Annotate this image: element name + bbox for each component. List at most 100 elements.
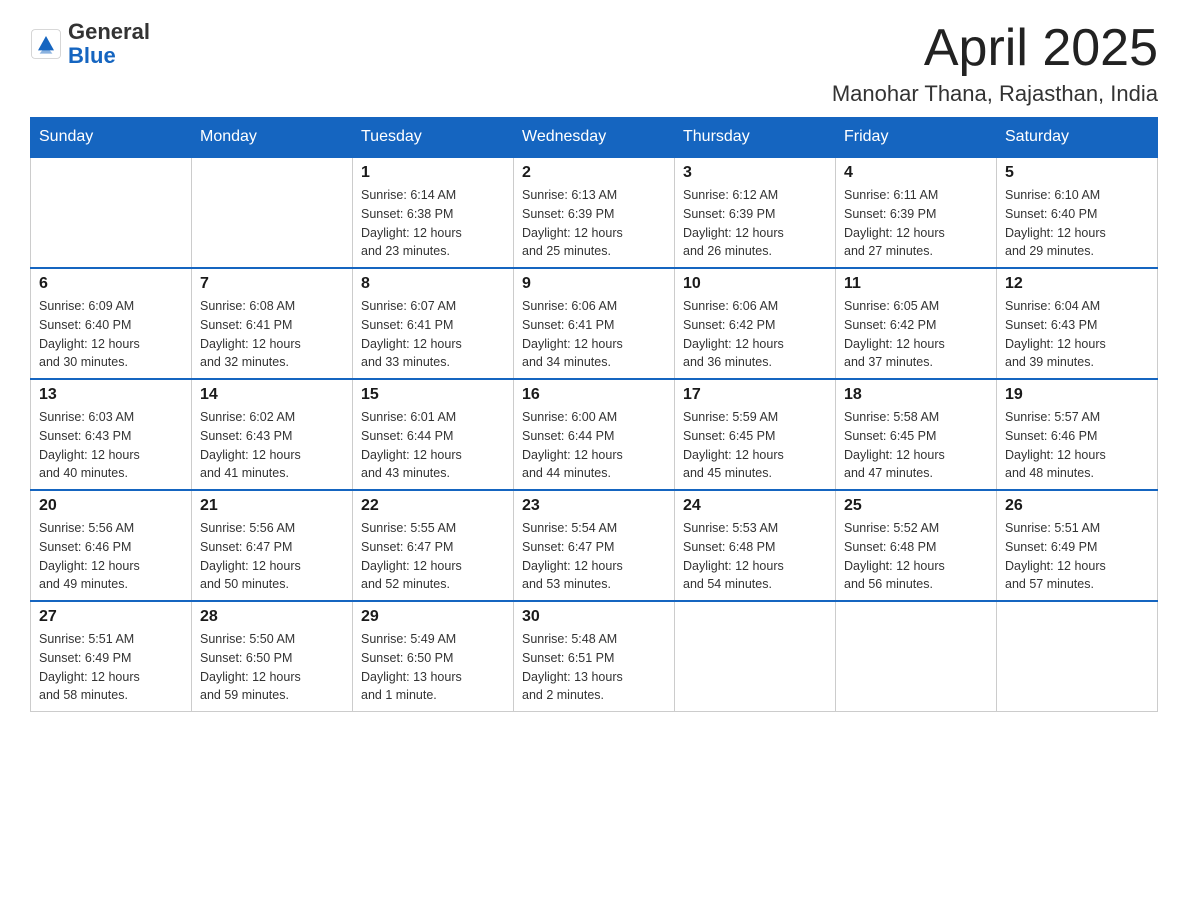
calendar-cell bbox=[836, 601, 997, 712]
day-number: 19 bbox=[1005, 386, 1149, 404]
day-number: 3 bbox=[683, 164, 827, 182]
day-info: Sunrise: 5:56 AM Sunset: 6:46 PM Dayligh… bbox=[39, 519, 183, 594]
day-info: Sunrise: 6:05 AM Sunset: 6:42 PM Dayligh… bbox=[844, 297, 988, 372]
day-info: Sunrise: 5:59 AM Sunset: 6:45 PM Dayligh… bbox=[683, 408, 827, 483]
day-info: Sunrise: 5:56 AM Sunset: 6:47 PM Dayligh… bbox=[200, 519, 344, 594]
day-number: 1 bbox=[361, 164, 505, 182]
day-info: Sunrise: 6:06 AM Sunset: 6:41 PM Dayligh… bbox=[522, 297, 666, 372]
day-number: 16 bbox=[522, 386, 666, 404]
day-header-wednesday: Wednesday bbox=[514, 118, 675, 158]
week-row-5: 27Sunrise: 5:51 AM Sunset: 6:49 PM Dayli… bbox=[31, 601, 1158, 712]
calendar-cell: 7 Sunrise: 6:08 AM Sunset: 6:41 PM Daylig… bbox=[192, 268, 353, 379]
day-number: 22 bbox=[361, 497, 505, 515]
day-info: Sunrise: 5:57 AM Sunset: 6:46 PM Dayligh… bbox=[1005, 408, 1149, 483]
calendar-cell: 12 Sunrise: 6:04 AM Sunset: 6:43 PM Dayli… bbox=[997, 268, 1158, 379]
page-header: General Blue April 2025 Manohar Thana, R… bbox=[30, 20, 1158, 107]
calendar-cell: 15Sunrise: 6:01 AM Sunset: 6:44 PM Dayli… bbox=[353, 379, 514, 490]
day-number: 23 bbox=[522, 497, 666, 515]
calendar-cell: 22Sunrise: 5:55 AM Sunset: 6:47 PM Dayli… bbox=[353, 490, 514, 601]
calendar-cell: 17Sunrise: 5:59 AM Sunset: 6:45 PM Dayli… bbox=[675, 379, 836, 490]
day-info: Sunrise: 6:02 AM Sunset: 6:43 PM Dayligh… bbox=[200, 408, 344, 483]
day-number: 29 bbox=[361, 608, 505, 626]
day-info: Sunrise: 5:52 AM Sunset: 6:48 PM Dayligh… bbox=[844, 519, 988, 594]
day-number: 24 bbox=[683, 497, 827, 515]
calendar-cell: 8 Sunrise: 6:07 AM Sunset: 6:41 PM Daylig… bbox=[353, 268, 514, 379]
day-number: 4 bbox=[844, 164, 988, 182]
calendar-cell: 6Sunrise: 6:09 AM Sunset: 6:40 PM Daylig… bbox=[31, 268, 192, 379]
calendar-cell: 18 Sunrise: 5:58 AM Sunset: 6:45 PM Dayli… bbox=[836, 379, 997, 490]
day-info: Sunrise: 6:08 AM Sunset: 6:41 PM Dayligh… bbox=[200, 297, 344, 372]
calendar-cell: 5Sunrise: 6:10 AM Sunset: 6:40 PM Daylig… bbox=[997, 157, 1158, 268]
day-info: Sunrise: 6:00 AM Sunset: 6:44 PM Dayligh… bbox=[522, 408, 666, 483]
calendar-cell: 19 Sunrise: 5:57 AM Sunset: 6:46 PM Dayli… bbox=[997, 379, 1158, 490]
day-info: Sunrise: 6:04 AM Sunset: 6:43 PM Dayligh… bbox=[1005, 297, 1149, 372]
calendar-cell bbox=[675, 601, 836, 712]
calendar-cell: 2 Sunrise: 6:13 AM Sunset: 6:39 PM Daylig… bbox=[514, 157, 675, 268]
day-number: 2 bbox=[522, 164, 666, 182]
day-number: 6 bbox=[39, 275, 183, 293]
calendar-cell bbox=[31, 157, 192, 268]
day-info: Sunrise: 6:12 AM Sunset: 6:39 PM Dayligh… bbox=[683, 186, 827, 261]
day-number: 7 bbox=[200, 275, 344, 293]
day-number: 10 bbox=[683, 275, 827, 293]
day-info: Sunrise: 6:07 AM Sunset: 6:41 PM Dayligh… bbox=[361, 297, 505, 372]
calendar-cell: 20 Sunrise: 5:56 AM Sunset: 6:46 PM Dayli… bbox=[31, 490, 192, 601]
day-number: 25 bbox=[844, 497, 988, 515]
day-info: Sunrise: 6:03 AM Sunset: 6:43 PM Dayligh… bbox=[39, 408, 183, 483]
day-number: 8 bbox=[361, 275, 505, 293]
day-info: Sunrise: 5:53 AM Sunset: 6:48 PM Dayligh… bbox=[683, 519, 827, 594]
day-info: Sunrise: 6:13 AM Sunset: 6:39 PM Dayligh… bbox=[522, 186, 666, 261]
calendar-cell: 13 Sunrise: 6:03 AM Sunset: 6:43 PM Dayli… bbox=[31, 379, 192, 490]
day-info: Sunrise: 6:10 AM Sunset: 6:40 PM Dayligh… bbox=[1005, 186, 1149, 261]
calendar-cell: 26 Sunrise: 5:51 AM Sunset: 6:49 PM Dayli… bbox=[997, 490, 1158, 601]
day-number: 12 bbox=[1005, 275, 1149, 293]
day-info: Sunrise: 5:51 AM Sunset: 6:49 PM Dayligh… bbox=[39, 630, 183, 705]
day-number: 28 bbox=[200, 608, 344, 626]
calendar-cell bbox=[997, 601, 1158, 712]
calendar-cell: 10Sunrise: 6:06 AM Sunset: 6:42 PM Dayli… bbox=[675, 268, 836, 379]
logo-general-text: General bbox=[68, 20, 150, 44]
main-title: April 2025 bbox=[832, 20, 1158, 77]
calendar-cell: 3 Sunrise: 6:12 AM Sunset: 6:39 PM Daylig… bbox=[675, 157, 836, 268]
calendar-cell: 4 Sunrise: 6:11 AM Sunset: 6:39 PM Daylig… bbox=[836, 157, 997, 268]
calendar-cell: 14Sunrise: 6:02 AM Sunset: 6:43 PM Dayli… bbox=[192, 379, 353, 490]
days-of-week-row: SundayMondayTuesdayWednesdayThursdayFrid… bbox=[31, 118, 1158, 158]
logo-text: General Blue bbox=[68, 20, 150, 68]
day-header-saturday: Saturday bbox=[997, 118, 1158, 158]
calendar-cell: 25 Sunrise: 5:52 AM Sunset: 6:48 PM Dayli… bbox=[836, 490, 997, 601]
day-number: 18 bbox=[844, 386, 988, 404]
day-number: 30 bbox=[522, 608, 666, 626]
title-section: April 2025 Manohar Thana, Rajasthan, Ind… bbox=[832, 20, 1158, 107]
calendar-cell: 16 Sunrise: 6:00 AM Sunset: 6:44 PM Dayli… bbox=[514, 379, 675, 490]
calendar-cell: 29 Sunrise: 5:49 AM Sunset: 6:50 PM Dayli… bbox=[353, 601, 514, 712]
calendar-cell: 30 Sunrise: 5:48 AM Sunset: 6:51 PM Dayli… bbox=[514, 601, 675, 712]
day-number: 26 bbox=[1005, 497, 1149, 515]
day-info: Sunrise: 5:50 AM Sunset: 6:50 PM Dayligh… bbox=[200, 630, 344, 705]
calendar-header: SundayMondayTuesdayWednesdayThursdayFrid… bbox=[31, 118, 1158, 158]
day-info: Sunrise: 5:51 AM Sunset: 6:49 PM Dayligh… bbox=[1005, 519, 1149, 594]
calendar-table: SundayMondayTuesdayWednesdayThursdayFrid… bbox=[30, 117, 1158, 712]
calendar-cell: 24 Sunrise: 5:53 AM Sunset: 6:48 PM Dayli… bbox=[675, 490, 836, 601]
week-row-4: 20 Sunrise: 5:56 AM Sunset: 6:46 PM Dayli… bbox=[31, 490, 1158, 601]
calendar-cell: 23 Sunrise: 5:54 AM Sunset: 6:47 PM Dayli… bbox=[514, 490, 675, 601]
day-number: 11 bbox=[844, 275, 988, 293]
day-info: Sunrise: 5:48 AM Sunset: 6:51 PM Dayligh… bbox=[522, 630, 666, 705]
day-info: Sunrise: 5:49 AM Sunset: 6:50 PM Dayligh… bbox=[361, 630, 505, 705]
calendar-cell bbox=[192, 157, 353, 268]
day-info: Sunrise: 5:54 AM Sunset: 6:47 PM Dayligh… bbox=[522, 519, 666, 594]
day-header-sunday: Sunday bbox=[31, 118, 192, 158]
day-header-thursday: Thursday bbox=[675, 118, 836, 158]
day-number: 9 bbox=[522, 275, 666, 293]
calendar-cell: 28 Sunrise: 5:50 AM Sunset: 6:50 PM Dayli… bbox=[192, 601, 353, 712]
day-header-friday: Friday bbox=[836, 118, 997, 158]
day-number: 13 bbox=[39, 386, 183, 404]
calendar-cell: 11 Sunrise: 6:05 AM Sunset: 6:42 PM Dayli… bbox=[836, 268, 997, 379]
week-row-2: 6Sunrise: 6:09 AM Sunset: 6:40 PM Daylig… bbox=[31, 268, 1158, 379]
day-info: Sunrise: 6:11 AM Sunset: 6:39 PM Dayligh… bbox=[844, 186, 988, 261]
day-number: 20 bbox=[39, 497, 183, 515]
calendar-body: 1Sunrise: 6:14 AM Sunset: 6:38 PM Daylig… bbox=[31, 157, 1158, 712]
calendar-cell: 1Sunrise: 6:14 AM Sunset: 6:38 PM Daylig… bbox=[353, 157, 514, 268]
week-row-3: 13 Sunrise: 6:03 AM Sunset: 6:43 PM Dayli… bbox=[31, 379, 1158, 490]
day-info: Sunrise: 5:58 AM Sunset: 6:45 PM Dayligh… bbox=[844, 408, 988, 483]
day-header-tuesday: Tuesday bbox=[353, 118, 514, 158]
